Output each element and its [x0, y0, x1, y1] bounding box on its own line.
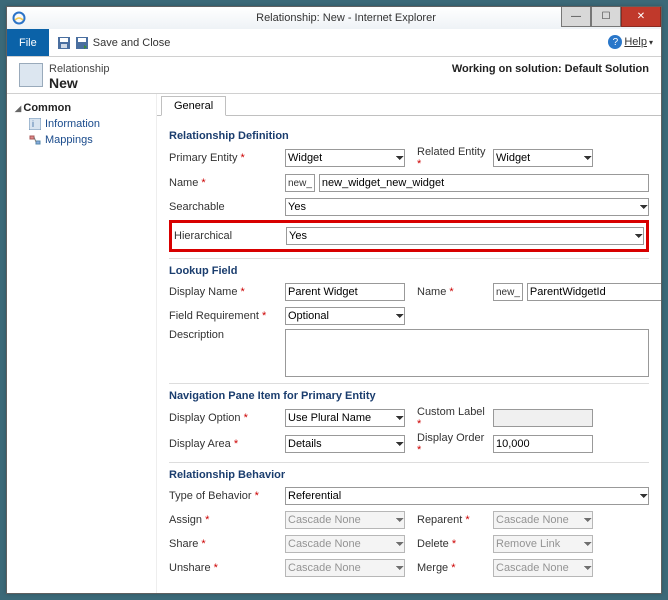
- sidebar-item-mappings[interactable]: Mappings: [15, 132, 148, 148]
- close-button[interactable]: ✕: [621, 7, 661, 27]
- field-requirement-select[interactable]: Optional: [285, 307, 405, 325]
- label-display-area: Display Area *: [169, 438, 281, 450]
- divider: [169, 383, 649, 384]
- body: Common i Information Mappings General Re…: [7, 93, 661, 593]
- tabstrip: General: [157, 94, 661, 116]
- ie-icon: [11, 10, 27, 26]
- label-display-order: Display Order *: [409, 432, 489, 456]
- label-share: Share *: [169, 538, 281, 550]
- label-name: Name *: [169, 177, 281, 189]
- section-relationship-behavior: Relationship Behavior: [169, 469, 649, 481]
- help-label: Help: [624, 36, 647, 48]
- save-close-label: Save and Close: [93, 37, 171, 49]
- label-reparent: Reparent *: [409, 514, 489, 526]
- display-option-select[interactable]: Use Plural Name: [285, 409, 405, 427]
- sidebar-item-information[interactable]: i Information: [15, 116, 148, 132]
- custom-label-input: [493, 409, 593, 427]
- record-name: New: [49, 75, 110, 91]
- display-name-input[interactable]: [285, 283, 405, 301]
- main: General Relationship Definition Primary …: [157, 94, 661, 593]
- sidebar: Common i Information Mappings: [7, 94, 157, 593]
- reparent-select: Cascade None: [493, 511, 593, 529]
- name-input[interactable]: [319, 174, 649, 192]
- maximize-button[interactable]: ☐: [591, 7, 621, 27]
- file-menu[interactable]: File: [7, 29, 49, 56]
- assign-select: Cascade None: [285, 511, 405, 529]
- section-relationship-definition: Relationship Definition: [169, 130, 649, 142]
- window: Relationship: New - Internet Explorer — …: [6, 6, 662, 594]
- label-description: Description: [169, 329, 281, 341]
- divider: [169, 462, 649, 463]
- delete-select: Remove Link: [493, 535, 593, 553]
- divider: [169, 258, 649, 259]
- help-icon: ?: [608, 35, 622, 49]
- chevron-down-icon: ▾: [649, 38, 653, 47]
- sidebar-item-label: Mappings: [45, 134, 93, 146]
- label-display-name: Display Name *: [169, 286, 281, 298]
- ribbon: File Save and Close ? Help ▾: [7, 29, 661, 57]
- solution-label: Working on solution: Default Solution: [452, 63, 649, 75]
- label-custom-label: Custom Label *: [409, 406, 489, 430]
- label-display-option: Display Option *: [169, 412, 281, 424]
- related-entity-select[interactable]: Widget: [493, 149, 593, 167]
- label-searchable: Searchable: [169, 201, 281, 213]
- label-delete: Delete *: [409, 538, 489, 550]
- label-behavior-type: Type of Behavior *: [169, 490, 281, 502]
- lookup-name-input[interactable]: [527, 283, 661, 301]
- label-assign: Assign *: [169, 514, 281, 526]
- behavior-type-select[interactable]: Referential: [285, 487, 649, 505]
- hierarchical-select[interactable]: Yes: [286, 227, 644, 245]
- label-lookup-name: Name *: [409, 286, 489, 298]
- name-prefix: new_: [285, 174, 315, 192]
- section-nav-pane: Navigation Pane Item for Primary Entity: [169, 390, 649, 402]
- lookup-name-prefix: new_: [493, 283, 523, 301]
- form-area: Relationship Definition Primary Entity *…: [157, 116, 661, 593]
- share-select: Cascade None: [285, 535, 405, 553]
- save-update-icon: [75, 36, 89, 50]
- merge-select: Cascade None: [493, 559, 593, 577]
- relationship-icon: [19, 63, 43, 87]
- sidebar-item-label: Information: [45, 118, 100, 130]
- section-lookup-field: Lookup Field: [169, 265, 649, 277]
- label-unshare: Unshare *: [169, 562, 281, 574]
- save-icon: [57, 36, 71, 50]
- hierarchical-highlight: Hierarchical Yes: [169, 220, 649, 252]
- label-merge: Merge *: [409, 562, 489, 574]
- searchable-select[interactable]: Yes: [285, 198, 649, 216]
- label-related-entity: Related Entity *: [409, 146, 489, 170]
- label-field-requirement: Field Requirement *: [169, 310, 281, 322]
- label-hierarchical: Hierarchical: [174, 230, 282, 242]
- help-menu[interactable]: ? Help ▾: [608, 35, 653, 49]
- titlebar: Relationship: New - Internet Explorer — …: [7, 7, 661, 29]
- mappings-icon: [29, 134, 41, 146]
- sidebar-section-common[interactable]: Common: [15, 100, 148, 116]
- minimize-button[interactable]: —: [561, 7, 591, 27]
- info-icon: i: [29, 118, 41, 130]
- primary-entity-select[interactable]: Widget: [285, 149, 405, 167]
- svg-text:i: i: [32, 119, 34, 129]
- tab-general[interactable]: General: [161, 96, 226, 116]
- description-textarea[interactable]: [285, 329, 649, 377]
- display-order-input[interactable]: [493, 435, 593, 453]
- display-area-select[interactable]: Details: [285, 435, 405, 453]
- entity-type-label: Relationship: [49, 63, 110, 75]
- label-primary-entity: Primary Entity *: [169, 152, 281, 164]
- unshare-select: Cascade None: [285, 559, 405, 577]
- save-and-close-button[interactable]: Save and Close: [49, 29, 179, 56]
- form-header: Relationship New Working on solution: De…: [7, 57, 661, 93]
- window-buttons: — ☐ ✕: [561, 7, 661, 27]
